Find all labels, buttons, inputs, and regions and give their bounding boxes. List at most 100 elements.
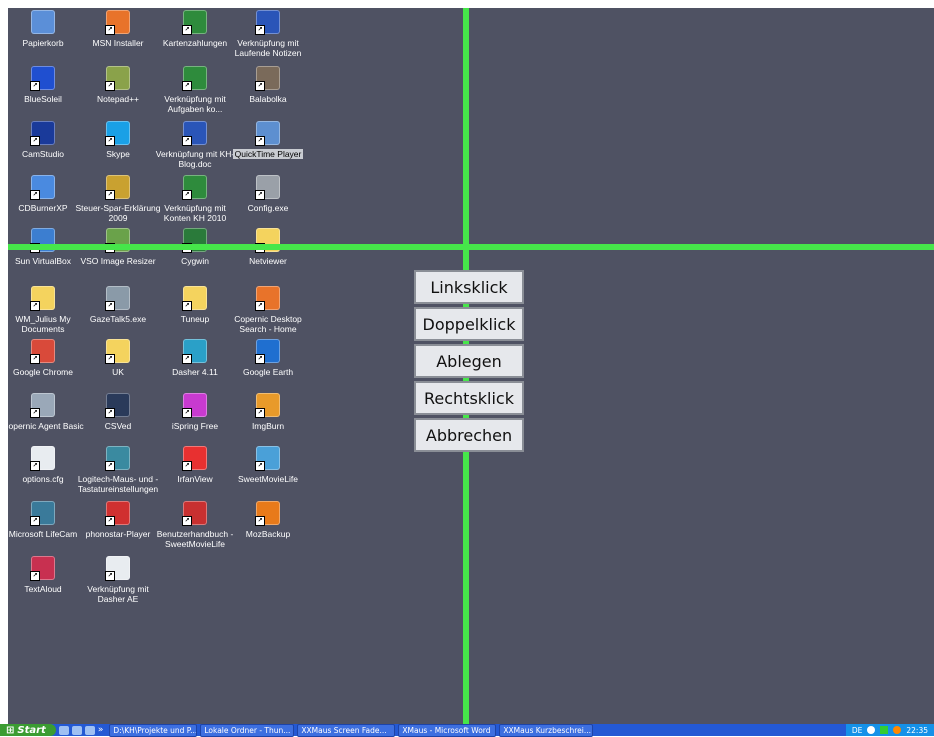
shortcut-arrow-icon: ↗ [182, 25, 192, 35]
desktop-icon[interactable]: ↗ ImgBurn [231, 393, 305, 431]
copernic-search-icon: ↗ [255, 286, 280, 311]
tray-app-icon[interactable] [893, 726, 902, 734]
desktop-icon-label: MozBackup [245, 529, 291, 539]
desktop-icon[interactable]: ↗ Benutzerhandbuch - SweetMovieLife [157, 501, 233, 549]
desktop-icon[interactable]: ↗ options.cfg [8, 446, 80, 484]
language-indicator[interactable]: DE [852, 726, 863, 735]
desktop-icon[interactable]: ↗ Notepad++ [81, 66, 155, 104]
shortcut-arrow-icon: ↗ [105, 571, 115, 581]
cfg-file-icon: ↗ [30, 446, 55, 471]
desktop-icon-label: Logitech-Maus- und -Tastatureinstellunge… [77, 474, 159, 494]
desktop-icon[interactable]: ↗ UK [81, 339, 155, 377]
desktop-icon[interactable]: ↗ Copernic Agent Basic [8, 393, 84, 431]
shortcut-arrow-icon: ↗ [182, 354, 192, 364]
shortcut-arrow-icon: ↗ [30, 190, 40, 200]
quicklaunch-overflow[interactable]: » [98, 725, 104, 735]
gazetalk-icon: ↗ [105, 286, 130, 311]
desktop-icon[interactable]: ↗ Config.exe [231, 175, 305, 213]
desktop-icon[interactable]: ↗ Steuer-Spar-Erklärung 2009 [75, 175, 161, 223]
tray-app-icon[interactable] [867, 726, 876, 734]
desktop-icon[interactable]: ↗ TextAloud [8, 556, 80, 594]
camstudio-icon: ↗ [30, 121, 55, 146]
pdf-icon: ↗ [182, 501, 207, 526]
desktop-icon[interactable]: ↗ IrfanView [158, 446, 232, 484]
desktop-icon[interactable]: ↗ Logitech-Maus- und -Tastatureinstellung… [78, 446, 158, 494]
word-doc-icon: ↗ [255, 10, 280, 35]
desktop-icon-label: Netviewer [249, 256, 287, 266]
desktop-icon-label: Config.exe [247, 203, 289, 213]
drop-button[interactable]: Ablegen [414, 344, 524, 378]
desktop-icon[interactable]: ↗ Copernic Desktop Search - Home [231, 286, 305, 334]
desktop-icon[interactable]: ↗ phonostar-Player [81, 501, 155, 539]
left-click-button[interactable]: Linksklick [414, 270, 524, 304]
cancel-button[interactable]: Abbrechen [414, 418, 524, 452]
desktop-icon[interactable]: ↗ CSVed [81, 393, 155, 431]
desktop-icon[interactable]: ↗ Verknüpfung mit Laufende Notizen [231, 10, 305, 58]
task-button-thunderbird[interactable]: Lokale Ordner - Thun... [200, 723, 295, 737]
task-button-kurzbeschreibung[interactable]: XXMaus Kurzbeschrei... [499, 723, 594, 737]
shortcut-arrow-icon: ↗ [182, 301, 192, 311]
msn-icon: ↗ [105, 10, 130, 35]
csved-icon: ↗ [105, 393, 130, 418]
logitech-icon: ↗ [105, 446, 130, 471]
start-button[interactable]: ⊞ Start [0, 724, 56, 736]
desktop-icon-label: Google Earth [242, 367, 294, 377]
tray-app-icon[interactable] [880, 726, 889, 734]
desktop-icon[interactable]: ↗ Tuneup [158, 286, 232, 324]
shortcut-arrow-icon: ↗ [30, 571, 40, 581]
desktop-icon[interactable]: ↗ GazeTalk5.exe [81, 286, 155, 324]
quicktime-icon: ↗ [255, 121, 280, 146]
desktop-icon[interactable]: ↗ MSN Installer [81, 10, 155, 48]
desktop-icon[interactable]: ↗ Verknüpfung mit KH-Blog.doc [156, 121, 234, 169]
desktop-icon[interactable]: ↗ Verknüpfung mit Aufgaben ko... [158, 66, 232, 114]
task-button-word[interactable]: XMaus - Microsoft Word [398, 723, 497, 737]
shortcut-arrow-icon: ↗ [182, 516, 192, 526]
shortcut-arrow-icon: ↗ [255, 301, 265, 311]
desktop-icon-label: ImgBurn [251, 421, 285, 431]
desktop-icon[interactable]: ↗ Skype [81, 121, 155, 159]
shortcut-arrow-icon: ↗ [30, 301, 40, 311]
task-button-explorer[interactable]: D:\KH\Projekte und P... [109, 723, 198, 737]
quicklaunch-desktop-icon[interactable] [71, 725, 82, 735]
recycle-bin-icon [31, 10, 55, 34]
desktop-icon[interactable]: ↗ QuickTime Player [231, 121, 305, 159]
desktop-icon[interactable]: ↗ BlueSoleil [8, 66, 80, 104]
balabolka-icon: ↗ [255, 66, 280, 91]
desktop-icon-label: Verknüpfung mit Laufende Notizen [234, 38, 302, 58]
right-click-button[interactable]: Rechtsklick [414, 381, 524, 415]
config-icon: ↗ [255, 175, 280, 200]
double-click-button[interactable]: Doppelklick [414, 307, 524, 341]
desktop-icon[interactable]: ↗ Google Earth [231, 339, 305, 377]
skype-icon: ↗ [105, 121, 130, 146]
shortcut-arrow-icon: ↗ [30, 354, 40, 364]
desktop-icon[interactable]: ↗ CamStudio [8, 121, 80, 159]
task-button-screen-fade[interactable]: XXMaus Screen Fade... [297, 723, 396, 737]
cdburner-icon: ↗ [30, 175, 55, 200]
folder-icon: ↗ [105, 339, 130, 364]
copernic-agent-icon: ↗ [30, 393, 55, 418]
desktop-icon[interactable]: ↗ Google Chrome [8, 339, 80, 377]
shortcut-arrow-icon: ↗ [255, 354, 265, 364]
desktop-icon-label: Copernic Desktop Search - Home [234, 314, 302, 334]
desktop-icon[interactable]: ↗ iSpring Free [158, 393, 232, 431]
windows-logo-icon: ⊞ [6, 724, 15, 736]
quicklaunch-firefox-icon[interactable] [84, 725, 95, 735]
desktop-icon[interactable]: ↗ MozBackup [231, 501, 305, 539]
system-tray: DE 22:35 [845, 724, 934, 736]
click-action-menu: Linksklick Doppelklick Ablegen Rechtskli… [414, 270, 524, 455]
desktop-icon[interactable]: ↗ WM_Julius My Documents [8, 286, 80, 334]
desktop-icon[interactable]: ↗ CDBurnerXP [8, 175, 80, 213]
shortcut-arrow-icon: ↗ [182, 461, 192, 471]
desktop-icon[interactable]: ↗ Microsoft LifeCam [8, 501, 80, 539]
desktop-icon[interactable]: ↗ Dasher 4.11 [158, 339, 232, 377]
desktop-icon[interactable]: Papierkorb [8, 10, 80, 48]
desktop-icon[interactable]: ↗ Verknüpfung mit Dasher AE [81, 556, 155, 604]
shortcut-arrow-icon: ↗ [255, 408, 265, 418]
desktop-icon[interactable]: ↗ SweetMovieLife [231, 446, 305, 484]
desktop-icon-label: GazeTalk5.exe [89, 314, 147, 324]
desktop-icon[interactable]: ↗ Balabolka [231, 66, 305, 104]
desktop-icon[interactable]: ↗ Kartenzahlungen [158, 10, 232, 48]
desktop-icon[interactable]: ↗ Verknüpfung mit Konten KH 2010 [158, 175, 232, 223]
quicklaunch-ie-icon[interactable] [58, 725, 69, 735]
start-label: Start [17, 724, 46, 736]
